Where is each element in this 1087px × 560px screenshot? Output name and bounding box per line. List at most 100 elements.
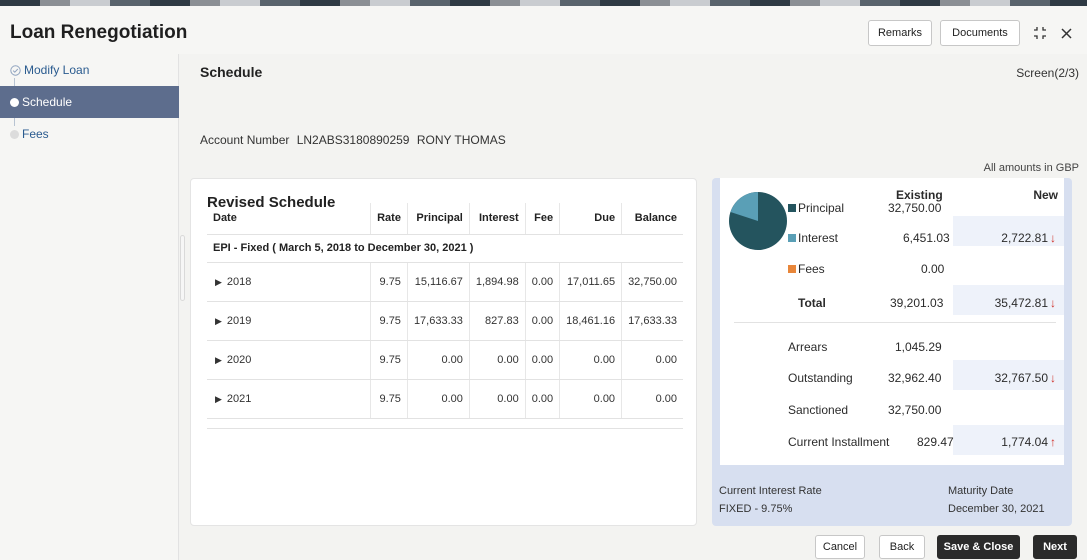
fee-cell: 0.00 — [525, 262, 561, 302]
arrow-down-icon: ↓ — [1050, 371, 1056, 385]
back-button[interactable]: Back — [879, 535, 925, 559]
legend-swatch — [788, 204, 796, 212]
expand-year-cell[interactable]: ▶ 2018 — [207, 262, 372, 302]
table-group-row: EPI - Fixed ( March 5, 2018 to December … — [207, 234, 683, 263]
summary-row-sanctioned: Sanctioned 32,750.00 — [720, 393, 1064, 425]
due-cell: 18,461.16 — [559, 301, 623, 341]
check-circle-icon — [10, 64, 21, 76]
expand-year-cell[interactable]: ▶ 2021 — [207, 379, 372, 419]
interest-rate-value: FIXED - 9.75% — [719, 503, 793, 515]
arrow-up-icon: ↑ — [1050, 435, 1056, 449]
year-label: 2021 — [226, 392, 252, 405]
table-row[interactable]: ▶ 2021 9.75 0.00 0.00 0.00 0.00 0.00 — [207, 379, 683, 419]
maturity-label: Maturity Date — [948, 485, 1014, 497]
principal-cell: 0.00 — [407, 340, 470, 380]
expand-triangle-icon[interactable]: ▶ — [215, 394, 222, 405]
summary-row-outstanding: Outstanding 32,962.40 32,767.50 ↓ — [720, 361, 1064, 393]
summary-row-arrears: Arrears 1,045.29 — [720, 330, 1064, 362]
documents-button[interactable]: Documents — [940, 20, 1020, 46]
fees-existing: 0.00 — [921, 262, 945, 276]
interest-label: Interest — [788, 231, 838, 245]
arrears-existing: 1,045.29 — [895, 340, 942, 354]
main-header: Schedule Screen(2/3) — [180, 54, 1087, 90]
divider — [734, 322, 1056, 323]
next-button[interactable]: Next — [1033, 535, 1077, 559]
total-label: Total — [798, 296, 826, 310]
interest-cell: 0.00 — [469, 379, 526, 419]
spacer-cell — [207, 418, 683, 429]
balance-cell: 0.00 — [621, 379, 683, 419]
fee-cell: 0.00 — [525, 301, 561, 341]
account-number: LN2ABS3180890259 — [296, 133, 410, 147]
sidebar-item-label: Schedule — [22, 95, 73, 109]
due-cell: 17,011.65 — [559, 262, 623, 302]
step-dot-icon — [10, 97, 19, 107]
expand-triangle-icon[interactable]: ▶ — [215, 355, 222, 366]
loan-summary-panel: Existing New Principal 32,750.00 Interes… — [712, 178, 1072, 526]
summary-row-installment: Current Installment 829.47 1,774.04 ↑ — [720, 425, 1064, 457]
sidebar-item-label: Modify Loan — [24, 63, 90, 77]
year-label: 2020 — [226, 353, 252, 366]
arrow-down-icon: ↓ — [1050, 231, 1056, 245]
balance-cell: 0.00 — [621, 340, 683, 380]
interest-new: 2,722.81 ↓ — [1001, 231, 1056, 245]
sidebar-item-label: Fees — [22, 127, 49, 141]
table-row[interactable]: ▶ 2019 9.75 17,633.33 827.83 0.00 18,461.… — [207, 301, 683, 341]
table-row[interactable]: ▶ 2018 9.75 15,116.67 1,894.98 0.00 17,01… — [207, 262, 683, 302]
balance-cell: 32,750.00 — [621, 262, 683, 302]
outstanding-existing: 32,962.40 — [888, 371, 942, 385]
interest-rate-label: Current Interest Rate — [719, 485, 822, 497]
expand-year-cell[interactable]: ▶ 2019 — [207, 301, 372, 341]
expand-triangle-icon[interactable]: ▶ — [215, 316, 222, 327]
section-title: Schedule — [200, 64, 263, 80]
principal-cell: 17,633.33 — [407, 301, 470, 341]
remarks-button[interactable]: Remarks — [868, 20, 932, 46]
summary-row-interest: Interest 6,451.03 2,722.81 ↓ — [720, 221, 1064, 253]
summary-card: Existing New Principal 32,750.00 Interes… — [720, 178, 1064, 465]
column-header-rate: Rate — [370, 203, 408, 235]
interest-existing: 6,451.03 — [903, 231, 950, 245]
close-icon[interactable] — [1054, 20, 1078, 46]
sidebar-item-modify-loan[interactable]: Modify Loan — [0, 54, 179, 86]
installment-label: Current Installment — [788, 435, 890, 449]
expand-triangle-icon[interactable]: ▶ — [215, 277, 222, 288]
save-close-button[interactable]: Save & Close — [937, 535, 1020, 559]
page-header: Loan Renegotiation Remarks Documents — [0, 6, 1087, 54]
scroll-handle[interactable] — [180, 235, 185, 301]
principal-label: Principal — [788, 201, 844, 215]
cancel-button[interactable]: Cancel — [815, 535, 865, 559]
screen-indicator: Screen(2/3) — [1016, 66, 1079, 80]
installment-new: 1,774.04 ↑ — [1001, 435, 1056, 449]
expand-year-cell[interactable]: ▶ 2020 — [207, 340, 372, 380]
outstanding-new: 32,767.50 ↓ — [994, 371, 1056, 385]
minimize-icon[interactable] — [1028, 20, 1052, 46]
customer-name: RONY THOMAS — [416, 133, 506, 147]
table-spacer-row — [207, 418, 683, 429]
page-title: Loan Renegotiation — [10, 22, 188, 43]
legend-swatch — [788, 265, 796, 273]
sanctioned-label: Sanctioned — [788, 403, 849, 417]
year-label: 2019 — [226, 314, 252, 327]
group-label: EPI - Fixed ( March 5, 2018 to December … — [207, 234, 683, 263]
fee-cell: 0.00 — [525, 340, 561, 380]
maturity-value: December 30, 2021 — [948, 503, 1045, 515]
revised-schedule-card: Revised Schedule Date Rate Principal Int… — [190, 178, 697, 526]
sidebar-item-fees[interactable]: Fees — [0, 118, 179, 150]
table-header-row: Date Rate Principal Interest Fee Due Bal… — [207, 203, 683, 235]
due-cell: 0.00 — [559, 379, 623, 419]
legend-swatch — [788, 234, 796, 242]
sidebar-item-schedule[interactable]: Schedule — [0, 86, 179, 118]
rate-cell: 9.75 — [370, 262, 408, 302]
rate-cell: 9.75 — [370, 301, 408, 341]
rate-cell: 9.75 — [370, 379, 408, 419]
step-dot-icon — [10, 129, 19, 139]
table-row[interactable]: ▶ 2020 9.75 0.00 0.00 0.00 0.00 0.00 — [207, 340, 683, 380]
interest-cell: 0.00 — [469, 340, 526, 380]
outstanding-label: Outstanding — [788, 371, 853, 385]
arrow-down-icon: ↓ — [1050, 296, 1056, 310]
balance-cell: 17,633.33 — [621, 301, 683, 341]
account-info: Account Number LN2ABS3180890259 RONY THO… — [200, 133, 506, 147]
interest-cell: 1,894.98 — [469, 262, 526, 302]
summary-row-fees: Fees 0.00 — [720, 252, 1064, 284]
rate-cell: 9.75 — [370, 340, 408, 380]
